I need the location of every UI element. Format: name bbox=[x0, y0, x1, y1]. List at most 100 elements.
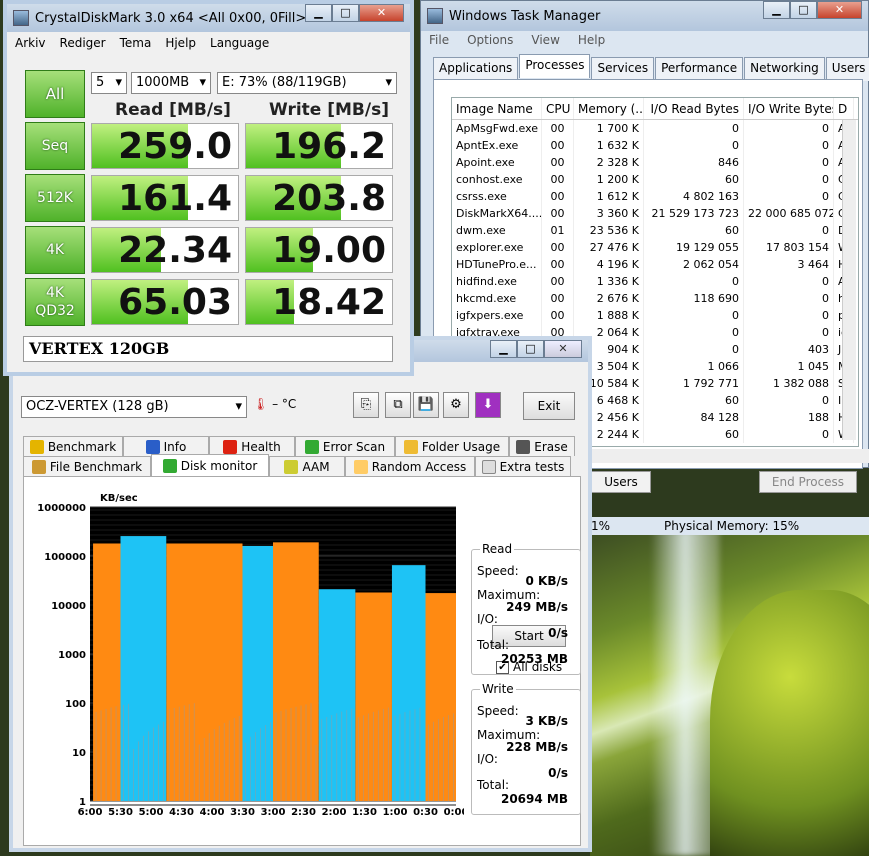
end-process-button[interactable]: End Process bbox=[759, 471, 857, 493]
tab-processes[interactable]: Processes bbox=[519, 54, 591, 78]
table-row[interactable]: ApMsgFwd.exe001 700 K00A bbox=[452, 120, 858, 137]
menu-file[interactable]: File bbox=[429, 33, 449, 47]
minimize-button[interactable]: ▁ bbox=[763, 1, 790, 19]
table-row[interactable]: conhost.exe001 200 K600C bbox=[452, 171, 858, 188]
tab-disk-monitor[interactable]: Disk monitor bbox=[151, 454, 269, 476]
y-tick-label: 1000 bbox=[58, 650, 86, 661]
write-maximum: 228 MB/s bbox=[506, 740, 568, 754]
maximize-button[interactable]: □ bbox=[332, 4, 359, 22]
menu-language[interactable]: Language bbox=[210, 36, 269, 50]
tab-benchmark[interactable]: Benchmark bbox=[23, 436, 123, 456]
col-cpu[interactable]: CPU bbox=[542, 98, 574, 119]
write-speed-label: Speed: bbox=[477, 704, 519, 718]
table-row[interactable]: explorer.exe 00 27 476 K 19 129 055 17 803 1… bbox=[452, 239, 858, 256]
table-cell: 60 bbox=[644, 392, 744, 409]
menu-help[interactable]: Help bbox=[578, 33, 605, 47]
tab-error-scan[interactable]: Error Scan bbox=[295, 436, 395, 456]
all-button[interactable]: All bbox=[25, 70, 85, 118]
comment-field[interactable]: VERTEX 120GB bbox=[23, 336, 393, 362]
crystaldiskmark-icon bbox=[13, 10, 29, 26]
table-row[interactable]: csrss.exe001 612 K4 802 1630C bbox=[452, 188, 858, 205]
download-icon[interactable]: ⬇ bbox=[475, 392, 501, 418]
minimize-button[interactable]: ▁ bbox=[490, 340, 517, 358]
tab-erase[interactable]: Erase bbox=[509, 436, 575, 456]
table-cell: 0 bbox=[644, 137, 744, 154]
col-memory[interactable]: Memory (... bbox=[574, 98, 644, 119]
col-io-read[interactable]: I/O Read Bytes bbox=[644, 98, 744, 119]
test-1-button[interactable]: 512K bbox=[25, 174, 85, 222]
table-row[interactable]: HDTunePro.e...004 196 K2 062 0543 464H bbox=[452, 256, 858, 273]
close-button[interactable]: ✕ bbox=[544, 340, 582, 358]
drive-select[interactable]: OCZ-VERTEX (128 gB) bbox=[21, 396, 247, 418]
table-cell: 1 632 K bbox=[574, 137, 644, 154]
tab-file-benchmark[interactable]: File Benchmark bbox=[23, 456, 151, 476]
tab-random-access[interactable]: Random Access bbox=[345, 456, 475, 476]
table-row[interactable]: dwm.exe0123 536 K600D bbox=[452, 222, 858, 239]
menu-arkiv[interactable]: Arkiv bbox=[15, 36, 46, 50]
table-cell: 0 bbox=[744, 171, 834, 188]
read-result-0: 259.0 bbox=[91, 123, 239, 169]
table-cell: 60 bbox=[644, 426, 744, 443]
menu-tema[interactable]: Tema bbox=[120, 36, 152, 50]
table-cell: 00 bbox=[542, 188, 574, 205]
test-0-button[interactable]: Seq bbox=[25, 122, 85, 170]
tab-services[interactable]: Services bbox=[591, 57, 655, 81]
table-cell: 0 bbox=[644, 273, 744, 290]
exit-button[interactable]: Exit bbox=[523, 392, 575, 420]
read-header: Read [MB/s] bbox=[115, 100, 231, 120]
table-row[interactable]: Apoint.exe002 328 K8460A bbox=[452, 154, 858, 171]
tab-performance[interactable]: Performance bbox=[655, 57, 744, 81]
tab-info-label: Info bbox=[163, 439, 187, 454]
table-cell: Apoint.exe bbox=[452, 154, 542, 171]
tab-users[interactable]: Users bbox=[825, 57, 869, 81]
options-icon[interactable]: ⚙ bbox=[443, 392, 469, 418]
table-row[interactable]: hkcmd.exe002 676 K118 6900h bbox=[452, 290, 858, 307]
tab-networking[interactable]: Networking bbox=[744, 57, 825, 81]
save-icon[interactable]: 💾 bbox=[413, 392, 439, 418]
tab-health[interactable]: Health bbox=[209, 436, 295, 456]
table-cell: 27 476 K bbox=[574, 239, 644, 256]
table-row[interactable]: igfxpers.exe001 888 K00p bbox=[452, 307, 858, 324]
tab-applications[interactable]: Applications bbox=[433, 57, 519, 81]
copy-text-icon[interactable]: ⎘ bbox=[353, 392, 379, 418]
table-cell: 1 200 K bbox=[574, 171, 644, 188]
menu-options[interactable]: Options bbox=[467, 33, 513, 47]
show-processes-users-button[interactable]: Users bbox=[591, 471, 651, 493]
maximize-button[interactable]: □ bbox=[790, 1, 817, 19]
tab-aam[interactable]: AAM bbox=[269, 456, 345, 476]
menu-hjelp[interactable]: Hjelp bbox=[165, 36, 196, 50]
menu-rediger[interactable]: Rediger bbox=[60, 36, 106, 50]
read-value: 65.03 bbox=[118, 282, 232, 323]
copy-screenshot-icon[interactable]: ⧉ bbox=[385, 392, 411, 418]
table-cell: hkcmd.exe bbox=[452, 290, 542, 307]
table-cell: 00 bbox=[542, 239, 574, 256]
write-result-3: 18.42 bbox=[245, 279, 393, 325]
table-row[interactable]: ApntEx.exe001 632 K00A bbox=[452, 137, 858, 154]
table-cell: 1 792 771 bbox=[644, 375, 744, 392]
col-io-write[interactable]: I/O Write Bytes bbox=[744, 98, 834, 119]
table-cell: 118 690 bbox=[644, 290, 744, 307]
minimize-button[interactable]: ▁ bbox=[305, 4, 332, 22]
table-row[interactable]: hidfind.exe001 336 K00A bbox=[452, 273, 858, 290]
test-size-select[interactable]: 1000MB bbox=[131, 72, 211, 94]
tab-info[interactable]: Info bbox=[123, 436, 209, 456]
table-row[interactable]: DiskMarkX64.... 00 3 360 K 21 529 173 723 22… bbox=[452, 205, 858, 222]
tab-extra-tests[interactable]: Extra tests bbox=[475, 456, 571, 476]
test-count-select[interactable]: 5 bbox=[91, 72, 127, 94]
col-image-name[interactable]: Image Name bbox=[452, 98, 542, 119]
window-title: CrystalDiskMark 3.0 x64 <All 0x00, 0Fill… bbox=[35, 10, 307, 26]
vertical-scrollbar[interactable] bbox=[842, 120, 856, 440]
maximize-button[interactable]: □ bbox=[517, 340, 544, 358]
menu-view[interactable]: View bbox=[531, 33, 559, 47]
close-button[interactable]: ✕ bbox=[817, 1, 862, 19]
test-3-button[interactable]: 4K QD32 bbox=[25, 278, 85, 326]
table-cell: 0 bbox=[744, 392, 834, 409]
tab-folder-usage[interactable]: Folder Usage bbox=[395, 436, 509, 456]
table-cell: 17 803 154 bbox=[744, 239, 834, 256]
write-io: 0/s bbox=[548, 766, 568, 780]
drive-select[interactable]: E: 73% (88/119GB) bbox=[217, 72, 397, 94]
close-button[interactable]: ✕ bbox=[359, 4, 404, 22]
title-bar: Windows Task Manager ▁ □ ✕ bbox=[421, 1, 868, 31]
test-2-button[interactable]: 4K bbox=[25, 226, 85, 274]
col-description[interactable]: D bbox=[834, 98, 854, 119]
